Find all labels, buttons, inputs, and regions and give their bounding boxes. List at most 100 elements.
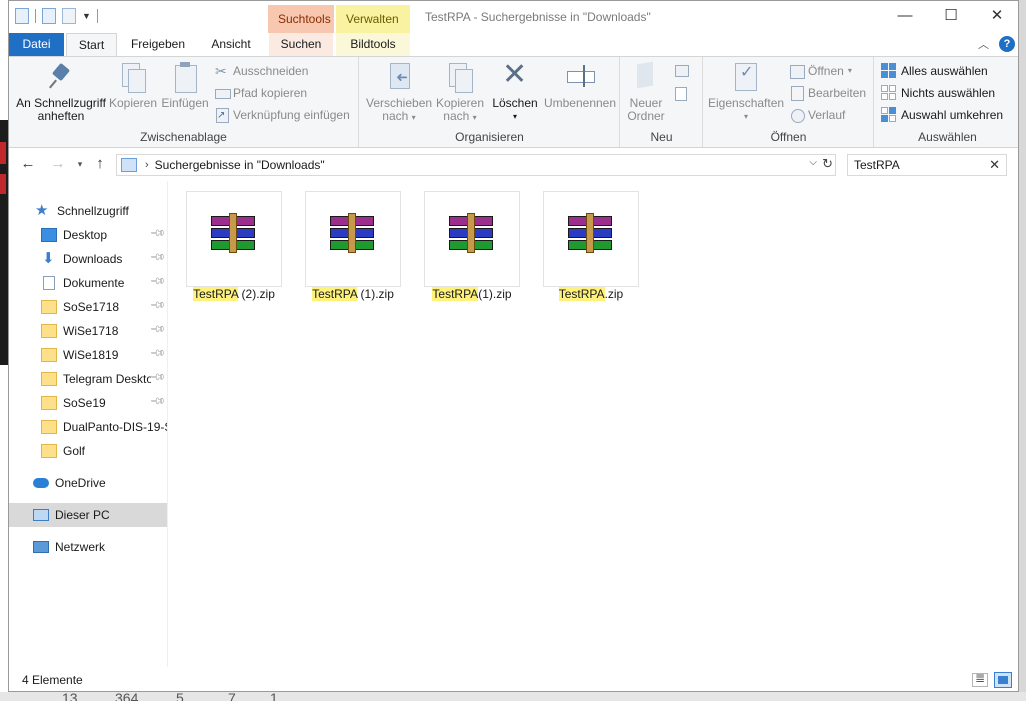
invert-selection-label: Auswahl umkehren [901, 108, 1004, 122]
new-item-icon[interactable] [675, 65, 689, 77]
maximize-button[interactable]: ☐ [928, 1, 974, 31]
search-value: TestRPA [854, 158, 900, 172]
title-bar: ▼ Suchtools Verwalten TestRPA - Sucherge… [9, 1, 1018, 33]
customize-toolbar-chevron-icon[interactable]: ▼ [82, 11, 91, 21]
nav-onedrive[interactable]: OneDrive [9, 471, 167, 495]
move-to-button[interactable]: Verschieben nach ▾ [366, 61, 432, 124]
copy-path-button[interactable]: Pfad kopieren [215, 83, 307, 103]
window-title: TestRPA - Suchergebnisse in "Downloads" [425, 10, 651, 24]
collapse-ribbon-chevron-icon[interactable]: ︿ [978, 36, 989, 52]
zip-archive-icon [449, 213, 493, 253]
properties-quick-icon[interactable] [42, 8, 56, 24]
open-icon [790, 64, 805, 79]
nav-item-telegram-desktop[interactable]: Telegram Desktop 📌︎ [9, 367, 167, 391]
select-all-button[interactable]: Alles auswählen [881, 61, 988, 81]
nav-item-documents[interactable]: Dokumente 📌︎ [9, 271, 167, 295]
nav-item-golf[interactable]: Golf [9, 439, 167, 463]
tab-bildtools[interactable]: Bildtools [336, 33, 410, 56]
nav-quick-access[interactable]: Schnellzugriff [9, 199, 167, 223]
file-tile[interactable] [186, 191, 282, 287]
copy-button[interactable]: Kopieren [107, 61, 159, 110]
breadcrumb[interactable]: Suchergebnisse in "Downloads" [155, 158, 325, 172]
nav-label: OneDrive [55, 476, 106, 490]
properties-label: Eigenschaften [708, 96, 785, 110]
paste-shortcut-button[interactable]: Verknüpfung einfügen [215, 105, 350, 126]
details-view-icon[interactable] [972, 671, 988, 687]
tab-ansicht[interactable]: Ansicht [203, 33, 259, 56]
file-name[interactable]: TestRPA (1).zip [298, 287, 408, 301]
pinned-icon[interactable]: 📌︎ [149, 249, 166, 266]
up-arrow-icon[interactable]: ↑ [91, 155, 109, 173]
pinned-icon[interactable]: 📌︎ [149, 393, 166, 410]
nav-label: WiSe1819 [63, 348, 119, 362]
edit-button[interactable]: Bearbeiten [790, 83, 866, 103]
pinned-icon[interactable]: 📌︎ [149, 225, 166, 242]
copy-to-button[interactable]: Kopieren nach ▾ [432, 61, 488, 124]
status-bar: 4 Elemente [9, 667, 1018, 691]
downloads-icon [41, 249, 57, 267]
nav-item-downloads[interactable]: Downloads 📌︎ [9, 247, 167, 271]
easy-access-icon[interactable] [675, 87, 687, 101]
close-button[interactable]: ✕ [974, 1, 1018, 31]
pin-to-quick-access-button[interactable]: An Schnellzugriff anheften [15, 61, 107, 123]
paste-button[interactable]: Einfügen [159, 61, 211, 110]
paste-label: Einfügen [161, 96, 209, 110]
address-bar[interactable]: › Suchergebnisse in "Downloads" ⌵ ↻ [116, 154, 836, 176]
forward-arrow-icon[interactable]: → [49, 155, 67, 173]
nav-this-pc[interactable]: Dieser PC [9, 503, 167, 527]
nav-item-wise1819[interactable]: WiSe1819 📌︎ [9, 343, 167, 367]
open-button[interactable]: Öffnen ▾ [790, 61, 852, 81]
help-icon[interactable]: ? [999, 36, 1015, 52]
nav-item-sose19[interactable]: SoSe19 📌︎ [9, 391, 167, 415]
properties-dropdown-icon: ▾ [743, 112, 748, 121]
network-icon [33, 541, 49, 553]
item-count: 4 Elemente [22, 673, 83, 687]
pinned-icon[interactable]: 📌︎ [149, 321, 166, 338]
tab-start[interactable]: Start [66, 33, 117, 57]
new-folder-quick-icon[interactable] [62, 8, 76, 24]
nav-item-desktop[interactable]: Desktop 📌︎ [9, 223, 167, 247]
folder-icon [41, 396, 57, 410]
refresh-icon[interactable]: ↻ [822, 156, 833, 172]
large-icons-view-icon[interactable] [994, 672, 1012, 688]
file-name[interactable]: TestRPA (2).zip [179, 287, 289, 301]
tab-freigeben[interactable]: Freigeben [123, 33, 193, 56]
new-folder-button[interactable]: Neuer Ordner [623, 61, 669, 123]
cut-button[interactable]: Ausschneiden [215, 61, 308, 81]
pinned-icon[interactable]: 📌︎ [149, 345, 166, 362]
recent-locations-chevron-icon[interactable]: ▾ [71, 155, 89, 173]
search-input[interactable]: TestRPA ✕ [847, 154, 1007, 176]
minimize-button[interactable]: — [882, 1, 928, 31]
file-tile[interactable] [543, 191, 639, 287]
nav-network[interactable]: Netzwerk [9, 535, 167, 559]
background-window-left [0, 0, 8, 701]
pinned-icon[interactable]: 📌︎ [149, 369, 166, 386]
background-number: 7 [228, 692, 236, 701]
file-name[interactable]: TestRPA(1).zip [417, 287, 527, 301]
nav-item-sose1718[interactable]: SoSe1718 📌︎ [9, 295, 167, 319]
back-arrow-icon[interactable]: ← [19, 155, 37, 173]
rename-button[interactable]: Umbenennen [542, 61, 618, 110]
invert-selection-button[interactable]: Auswahl umkehren [881, 105, 1003, 125]
history-button[interactable]: Verlauf [790, 105, 845, 125]
window-folder-icon[interactable] [15, 8, 29, 24]
delete-dropdown-icon[interactable]: ▾ [490, 110, 540, 123]
tab-datei[interactable]: Datei [9, 33, 64, 56]
nav-item-dualpanto[interactable]: DualPanto-DIS-19-S [9, 415, 167, 439]
select-none-button[interactable]: Nichts auswählen [881, 83, 995, 103]
file-name[interactable]: TestRPA.zip [536, 287, 646, 301]
address-dropdown-chevron-icon[interactable]: ⌵ [809, 157, 817, 168]
pinned-icon[interactable]: 📌︎ [149, 297, 166, 314]
file-tile[interactable] [305, 191, 401, 287]
copy-icon [118, 61, 148, 93]
tab-suchen[interactable]: Suchen [269, 33, 333, 56]
delete-button[interactable]: Löschen ▾ [490, 59, 540, 123]
file-tile[interactable] [424, 191, 520, 287]
folder-icon [41, 444, 57, 458]
pinned-icon[interactable]: 📌︎ [149, 273, 166, 290]
properties-button[interactable]: Eigenschaften ▾ [708, 61, 784, 123]
breadcrumb-separator-icon[interactable]: › [145, 159, 149, 171]
clear-search-icon[interactable]: ✕ [989, 155, 1000, 175]
nav-item-wise1718[interactable]: WiSe1718 📌︎ [9, 319, 167, 343]
history-icon [790, 108, 805, 123]
